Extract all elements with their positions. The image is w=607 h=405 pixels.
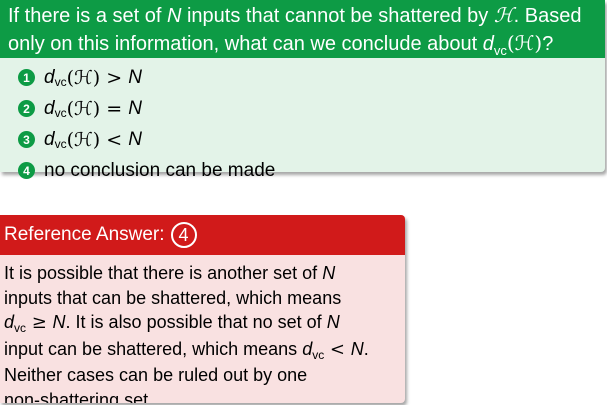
option-2[interactable]: 2 d vc (ℋ) = N [18, 93, 605, 124]
reference-answer-title: Reference Answer: 4 [0, 215, 405, 255]
option-3[interactable]: 3 d vc (ℋ) < N [18, 124, 605, 155]
answer-choice-badge: 4 [170, 222, 197, 248]
option-number-badge: 4 [18, 162, 35, 179]
options-list: 1 d vc (ℋ) > N 2 d vc (ℋ) = N 3 d vc (ℋ) < N 4… [0, 58, 605, 186]
question-line-2: only on this information, what can we co… [8, 31, 554, 58]
question-line-1: If there is a set of N inputs that canno… [8, 3, 582, 27]
option-number-badge: 3 [18, 131, 35, 148]
question-block: If there is a set of N inputs that canno… [0, 0, 605, 181]
option-4[interactable]: 4 no conclusion can be made [18, 155, 605, 186]
question-title: If there is a set of N inputs that canno… [0, 0, 605, 58]
reference-answer-block: Reference Answer: 4 It is possible that … [0, 215, 405, 403]
reference-answer-body: It is possible that there is another set… [4, 263, 369, 403]
option-1[interactable]: 1 d vc (ℋ) > N [18, 62, 605, 93]
option-number-badge: 1 [18, 69, 35, 86]
option-number-badge: 2 [18, 100, 35, 117]
